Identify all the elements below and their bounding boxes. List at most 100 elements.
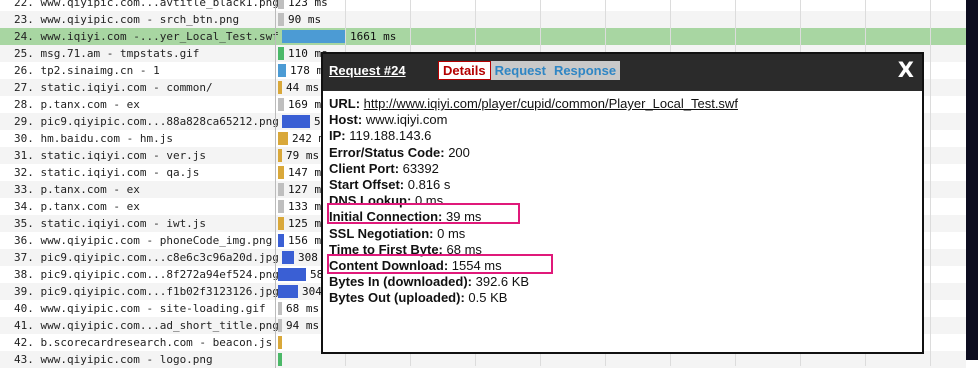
detail-key: Host: (329, 112, 363, 128)
request-duration: 79 ms (286, 149, 320, 162)
table-row[interactable]: 23. www.qiyipic.com - srch_btn.png 90 ms (0, 11, 966, 28)
timing-bar (278, 149, 282, 162)
timing-bar (278, 132, 288, 145)
content-download-annotation (327, 254, 553, 274)
detail-field: URL: http://www.iqiyi.com/player/cupid/c… (329, 96, 919, 112)
tab-response[interactable]: Response (550, 61, 620, 80)
timing-bar (278, 13, 284, 26)
request-label: 23. www.qiyipic.com - srch_btn.png (14, 13, 240, 26)
timing-bar (282, 30, 346, 43)
timing-bar (278, 302, 282, 315)
timing-bar (278, 200, 284, 213)
request-label: 30. hm.baidu.com - hm.js (14, 132, 173, 145)
request-label: 25. msg.71.am - tmpstats.gif (14, 47, 200, 60)
detail-field: Client Port: 63392 (329, 161, 919, 177)
column-divider (275, 45, 276, 62)
timing-bar (278, 166, 284, 179)
column-divider (275, 113, 276, 130)
detail-key: Bytes In (downloaded): (329, 274, 472, 290)
column-divider (275, 198, 276, 215)
timing-bar (278, 268, 306, 281)
column-divider (275, 11, 276, 28)
detail-key: Client Port: (329, 160, 400, 176)
detail-value: 63392 (399, 160, 439, 176)
request-label: 40. www.qiyipic.com - site-loading.gif (14, 302, 266, 315)
detail-value: 0.816 s (404, 176, 451, 192)
column-divider (275, 249, 276, 266)
details-list: URL: http://www.iqiyi.com/player/cupid/c… (329, 96, 919, 306)
column-divider (275, 266, 276, 283)
request-duration: 1661 ms (350, 30, 397, 43)
column-divider (275, 181, 276, 198)
timing-bar (278, 234, 284, 247)
detail-key: Bytes Out (uploaded): (329, 290, 465, 306)
timing-bar (278, 336, 282, 349)
detail-value: 119.188.143.6 (345, 128, 432, 144)
request-label: 27. static.iqiyi.com - common/ (14, 81, 213, 94)
popup-tabs: Details Request Response (438, 61, 621, 80)
column-divider (275, 130, 276, 147)
timing-bar (278, 319, 282, 332)
close-icon[interactable]: X (898, 57, 914, 84)
request-duration: 90 ms (288, 13, 322, 26)
column-divider (275, 283, 276, 300)
request-label: 24. www.iqiyi.com -...yer_Local_Test.swf (14, 30, 279, 43)
detail-key: URL: (329, 96, 361, 111)
request-label: 29. pic9.qiyipic.com...88a828ca65212.png (14, 115, 279, 128)
request-details-popup: Request #24 Details Request Response X U… (321, 52, 924, 354)
detail-field: SSL Negotiation: 0 ms (329, 226, 919, 242)
request-label: 38. pic9.qiyipic.com...8f272a94ef524.png (14, 268, 279, 281)
timeline-gridline (930, 0, 931, 366)
request-label: 41. www.qiyipic.com...ad_short_title.png (14, 319, 279, 332)
column-divider (275, 215, 276, 232)
timing-bar (278, 183, 284, 196)
detail-key: IP: (329, 128, 346, 144)
request-label: 39. pic9.qiyipic.com...f1b02f3123126.jpg (14, 285, 279, 298)
request-label: 37. pic9.qiyipic.com...c8e6c3c96a20d.jpg (14, 251, 279, 264)
request-label: 32. static.iqiyi.com - qa.js (14, 166, 200, 179)
timing-bar (282, 115, 310, 128)
detail-field: Bytes Out (uploaded): 0.5 KB (329, 290, 919, 306)
column-divider (275, 232, 276, 249)
column-divider (275, 300, 276, 317)
request-label: 42. b.scorecardresearch.com - beacon.js (14, 336, 273, 349)
timing-bar (278, 98, 284, 111)
detail-value: 200 (444, 144, 470, 160)
detail-value: www.iqiyi.com (362, 112, 448, 128)
window-edge (966, 0, 978, 360)
request-label: 36. www.qiyipic.com - phoneCode_img.png (14, 234, 273, 247)
detail-key: Error/Status Code: (329, 144, 445, 160)
request-label: 26. tp2.sinaimg.cn - 1 (14, 64, 160, 77)
url-link[interactable]: http://www.iqiyi.com/player/cupid/common… (364, 96, 738, 111)
table-row[interactable]: 22. www.qiyipic.com...avtitle_black1.png… (0, 0, 966, 11)
popup-title: Request #24 (329, 63, 406, 78)
table-row[interactable]: 24. www.iqiyi.com -...yer_Local_Test.swf… (0, 28, 966, 45)
column-divider (275, 164, 276, 181)
timing-bar (278, 81, 282, 94)
request-duration: 123 ms (288, 0, 328, 9)
tab-details[interactable]: Details (438, 61, 491, 80)
initial-connection-annotation (327, 203, 520, 224)
request-label: 31. static.iqiyi.com - ver.js (14, 149, 207, 162)
request-duration: 68 ms (286, 302, 320, 315)
popup-header: Request #24 Details Request Response X (323, 54, 922, 91)
detail-field: Start Offset: 0.816 s (329, 177, 919, 193)
timing-bar (278, 64, 286, 77)
column-divider (275, 62, 276, 79)
request-label: 35. static.iqiyi.com - iwt.js (14, 217, 207, 230)
detail-field: Error/Status Code: 200 (329, 145, 919, 161)
detail-value: 0 ms (433, 225, 466, 241)
column-divider (275, 317, 276, 334)
detail-key: Start Offset: (329, 176, 405, 192)
column-divider (275, 147, 276, 164)
timing-bar (278, 217, 284, 230)
detail-field: Host: www.iqiyi.com (329, 112, 919, 128)
request-label: 28. p.tanx.com - ex (14, 98, 140, 111)
timing-bar (278, 285, 298, 298)
timing-bar (278, 47, 284, 60)
tab-request[interactable]: Request (491, 61, 550, 80)
timing-bar (282, 251, 294, 264)
column-divider (275, 96, 276, 113)
request-label: 33. p.tanx.com - ex (14, 183, 140, 196)
detail-value: 0.5 KB (464, 290, 508, 306)
